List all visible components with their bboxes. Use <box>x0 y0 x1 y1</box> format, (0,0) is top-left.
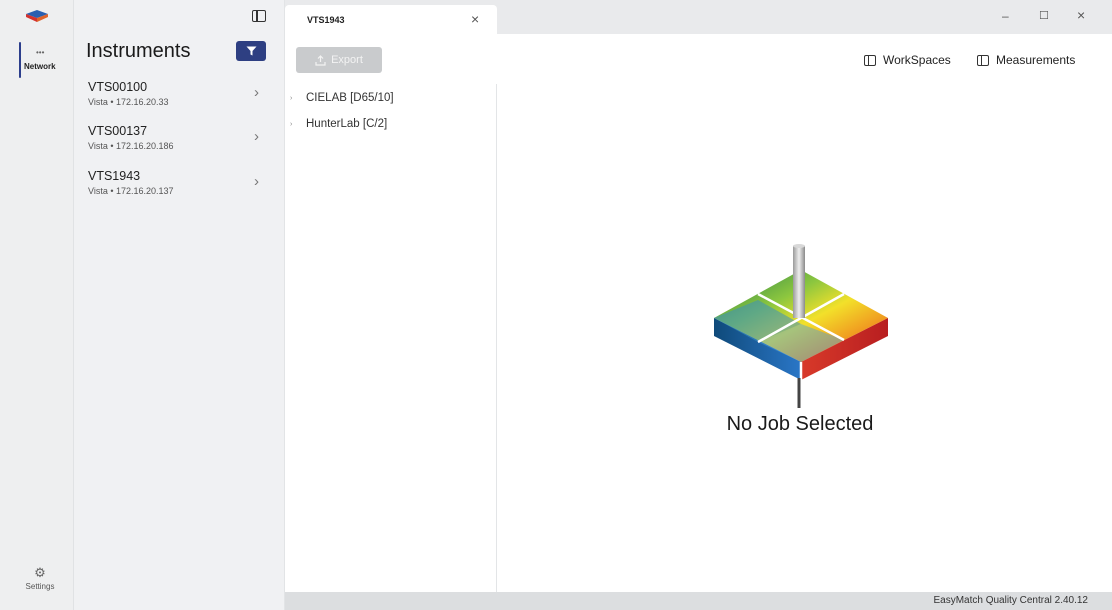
expand-caret-icon[interactable]: › <box>290 95 292 102</box>
nav-network[interactable]: ••• Network <box>16 42 68 80</box>
status-bar: EasyMatch Quality Central 2.40.12 <box>285 592 1112 610</box>
tree-item[interactable]: CIELAB [D65/10] <box>306 92 394 104</box>
panel-toggle-icon[interactable] <box>252 10 266 22</box>
nav-network-label: Network <box>24 62 56 71</box>
color-plate-illustration <box>714 244 888 408</box>
filter-icon <box>246 46 256 56</box>
export-label: Export <box>331 54 363 66</box>
instrument-subtitle: Vista • 172.16.20.186 <box>88 141 174 151</box>
nav-rail: ••• Network ⚙ Settings <box>0 0 74 610</box>
measurements-toggle[interactable]: Measurements <box>977 53 1075 67</box>
workspaces-toggle[interactable]: WorkSpaces <box>864 53 951 67</box>
tree-item[interactable]: HunterLab [C/2] <box>306 118 387 130</box>
instrument-name: VTS00100 <box>88 80 148 94</box>
empty-state-title: No Job Selected <box>726 413 874 435</box>
filter-button[interactable] <box>236 41 266 61</box>
network-icon: ••• <box>36 48 45 57</box>
tab-close-icon[interactable]: × <box>471 11 479 27</box>
workspaces-label: WorkSpaces <box>883 53 951 67</box>
panel-icon <box>864 54 876 66</box>
workspace-tree <box>285 84 497 592</box>
app-window: ••• Network ⚙ Settings Instruments VTS00… <box>0 0 1112 610</box>
instrument-subtitle: Vista • 172.16.20.33 <box>88 97 169 107</box>
instrument-name: VTS1943 <box>88 169 141 183</box>
instrument-item[interactable]: VTS1943 Vista • 172.16.20.137 › <box>88 169 274 219</box>
tab-vts1943[interactable]: VTS1943 × <box>285 5 497 35</box>
instrument-subtitle: Vista • 172.16.20.137 <box>88 186 174 196</box>
maximize-button[interactable]: ☐ <box>1039 9 1049 22</box>
app-logo-icon <box>26 10 48 22</box>
minimize-button[interactable]: – <box>1002 9 1009 23</box>
instrument-item[interactable]: VTS00137 Vista • 172.16.20.186 › <box>88 124 274 174</box>
chevron-right-icon: › <box>254 173 259 190</box>
nav-settings[interactable]: ⚙ Settings <box>22 566 58 600</box>
expand-caret-icon[interactable]: › <box>290 121 292 128</box>
instrument-name: VTS00137 <box>88 124 148 138</box>
gear-icon: ⚙ <box>34 565 46 580</box>
tab-label: VTS1943 <box>307 15 345 25</box>
chevron-right-icon: › <box>254 128 259 145</box>
measurements-label: Measurements <box>996 53 1076 67</box>
chevron-right-icon: › <box>254 84 259 101</box>
active-indicator <box>19 42 21 78</box>
version-label: EasyMatch Quality Central 2.40.12 <box>933 595 1088 606</box>
instrument-item[interactable]: VTS00100 Vista • 172.16.20.33 › <box>88 80 274 130</box>
panel-icon <box>977 54 989 66</box>
nav-settings-label: Settings <box>25 582 55 591</box>
close-window-button[interactable]: × <box>1077 7 1085 23</box>
instruments-title: Instruments <box>86 40 191 62</box>
export-icon <box>315 54 326 66</box>
export-button[interactable]: Export <box>296 47 382 73</box>
